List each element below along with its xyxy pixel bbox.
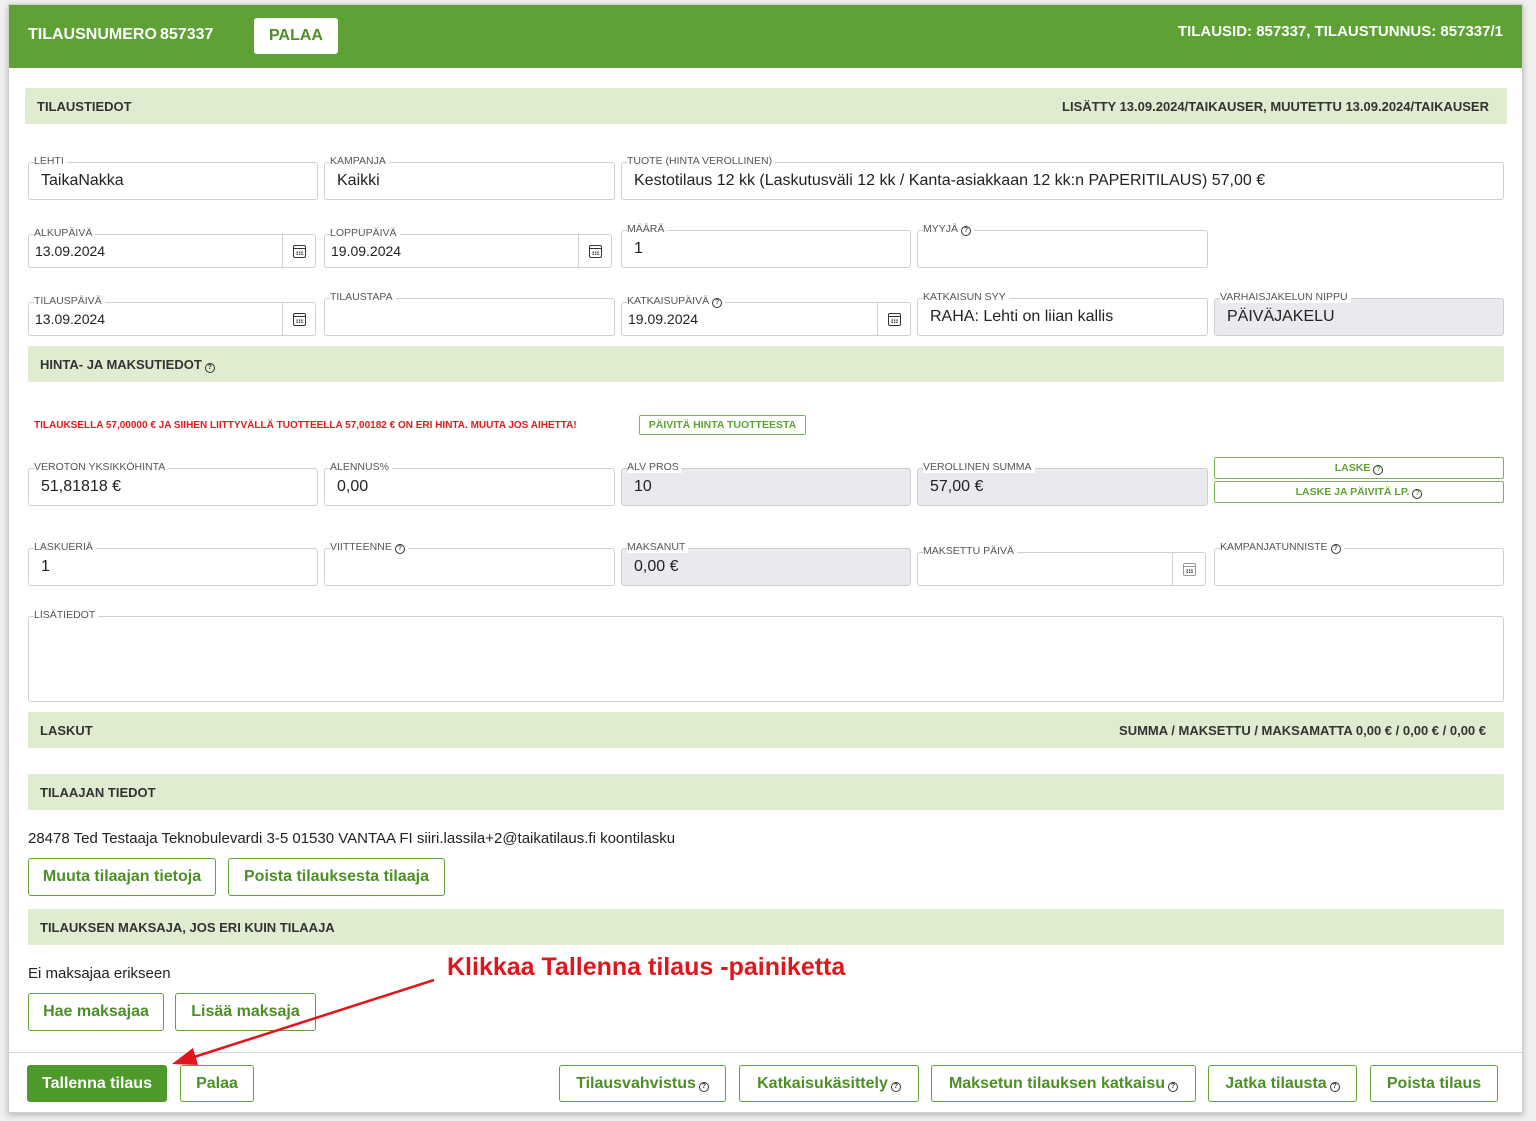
alkupaiva-calendar-button[interactable] bbox=[282, 234, 316, 268]
price-warning: TILAUKSELLA 57,00000 € JA SIIHEN LIITTYV… bbox=[34, 420, 577, 431]
payer-info: Ei maksajaa erikseen bbox=[28, 965, 171, 982]
section-price: HINTA- JA MAKSUTIEDOT? bbox=[28, 346, 1504, 382]
field-maksanut: MAKSANUT 0,00 € bbox=[621, 541, 911, 586]
tilauspaiva-calendar-button[interactable] bbox=[282, 302, 316, 336]
field-tilauspaiva: TILAUSPÄIVÄ 13.09.2024 bbox=[28, 295, 316, 336]
order-panel: TILAUSNUMERO 857337 PALAA TILAUSID: 8573… bbox=[8, 4, 1523, 1113]
alennus-input[interactable]: 0,00 bbox=[324, 468, 615, 506]
lehti-select[interactable]: TaikaNakka bbox=[28, 162, 318, 200]
update-price-button[interactable]: PÄIVITÄ HINTA TUOTTEESTA bbox=[639, 415, 806, 435]
help-icon[interactable]: ? bbox=[204, 363, 215, 373]
katkaisupaiva-calendar-button[interactable] bbox=[877, 302, 911, 336]
veroton-input[interactable]: 51,81818 € bbox=[28, 468, 318, 506]
field-tilaustapa: TILAUSTAPA bbox=[324, 291, 615, 336]
section-title: HINTA- JA MAKSUTIEDOT bbox=[40, 357, 202, 372]
field-katkaisupaiva: KATKAISUPÄIVÄ? 19.09.2024 bbox=[621, 295, 911, 336]
calendar-icon bbox=[888, 312, 901, 326]
laske-button[interactable]: LASKE? bbox=[1214, 457, 1504, 479]
maksanut-value: 0,00 € bbox=[621, 548, 911, 586]
calendar-icon bbox=[293, 312, 306, 326]
search-payer-button[interactable]: Hae maksajaa bbox=[28, 993, 164, 1031]
order-confirmation-button[interactable]: Tilausvahvistus? bbox=[559, 1065, 726, 1102]
field-kampanjatunniste: KAMPANJATUNNISTE? bbox=[1214, 541, 1504, 586]
top-back-button[interactable]: PALAA bbox=[254, 18, 338, 54]
field-alkupaiva: ALKUPÄIVÄ 13.09.2024 bbox=[28, 227, 316, 268]
customer-info: 28478 Ted Testaaja Teknobulevardi 3-5 01… bbox=[28, 830, 676, 847]
maksettu-paiva-calendar-button[interactable] bbox=[1172, 552, 1206, 586]
field-alennus: ALENNUS% 0,00 bbox=[324, 461, 615, 506]
maksettu-paiva-input[interactable] bbox=[917, 552, 1206, 586]
section-title: LASKUT bbox=[40, 723, 93, 738]
order-meta: LISÄTTY 13.09.2024/TAIKAUSER, MUUTETTU 1… bbox=[1062, 99, 1489, 114]
field-lisatiedot: LISÄTIEDOT bbox=[28, 609, 1504, 702]
top-bar: TILAUSNUMERO 857337 PALAA TILAUSID: 8573… bbox=[9, 5, 1522, 68]
help-icon: ? bbox=[890, 1082, 901, 1092]
section-title: TILAUKSEN MAKSAJA, JOS ERI KUIN TILAAJA bbox=[40, 920, 335, 935]
back-button[interactable]: Palaa bbox=[180, 1065, 254, 1102]
field-nippu: VARHAISJAKELUN NIPPU PÄIVÄJAKELU bbox=[1214, 291, 1504, 336]
footer-divider bbox=[9, 1052, 1522, 1053]
lisatiedot-textarea[interactable] bbox=[28, 616, 1504, 702]
loppupaiva-input[interactable]: 19.09.2024 bbox=[324, 234, 612, 268]
help-icon[interactable]: ? bbox=[394, 544, 405, 554]
verollinen-value: 57,00 € bbox=[917, 468, 1208, 506]
field-tuote: TUOTE (HINTA VEROLLINEN) Kestotilaus 12 … bbox=[621, 155, 1504, 200]
field-verollinen: VEROLLINEN SUMMA 57,00 € bbox=[917, 461, 1208, 506]
field-maksettu-paiva: MAKSETTU PÄIVÄ bbox=[917, 545, 1206, 586]
maara-input[interactable]: 1 bbox=[621, 230, 911, 268]
field-laskueria: LASKUERIÄ 1 bbox=[28, 541, 318, 586]
continue-order-button[interactable]: Jatka tilausta? bbox=[1208, 1065, 1357, 1102]
field-loppupaiva: LOPPUPÄIVÄ 19.09.2024 bbox=[324, 227, 612, 268]
section-title: TILAUSTIEDOT bbox=[37, 99, 132, 114]
cancel-handling-button[interactable]: Katkaisukäsittely? bbox=[739, 1065, 919, 1102]
help-icon: ? bbox=[1168, 1082, 1179, 1092]
help-icon[interactable]: ? bbox=[961, 226, 972, 236]
help-icon: ? bbox=[1412, 489, 1423, 499]
calendar-icon bbox=[293, 244, 306, 258]
instruction-annotation: Klikkaa Tallenna tilaus -painiketta bbox=[447, 953, 846, 981]
nippu-value: PÄIVÄJAKELU bbox=[1214, 298, 1504, 336]
tilauspaiva-input[interactable]: 13.09.2024 bbox=[28, 302, 316, 336]
invoice-summary: SUMMA / MAKSETTU / MAKSAMATTA 0,00 € / 0… bbox=[1119, 723, 1486, 738]
delete-order-button[interactable]: Poista tilaus bbox=[1370, 1065, 1498, 1102]
help-icon[interactable]: ? bbox=[1330, 544, 1341, 554]
field-alv: ALV PROS 10 bbox=[621, 461, 911, 506]
loppupaiva-calendar-button[interactable] bbox=[578, 234, 612, 268]
alv-value: 10 bbox=[621, 468, 911, 506]
add-payer-button[interactable]: Lisää maksaja bbox=[175, 993, 316, 1031]
order-ids: TILAUSID: 857337, TILAUSTUNNUS: 857337/1 bbox=[1177, 23, 1503, 40]
field-myyja: MYYJÄ? bbox=[917, 223, 1208, 268]
tuote-select[interactable]: Kestotilaus 12 kk (Laskutusväli 12 kk / … bbox=[621, 162, 1504, 200]
edit-customer-button[interactable]: Muuta tilaajan tietoja bbox=[28, 858, 216, 896]
section-order-info: TILAUSTIEDOT LISÄTTY 13.09.2024/TAIKAUSE… bbox=[25, 88, 1507, 124]
field-kampanja: KAMPANJA Kaikki bbox=[324, 155, 615, 200]
field-katkaisun-syy: KATKAISUN SYY RAHA: Lehti on liian kalli… bbox=[917, 291, 1208, 336]
field-veroton: VEROTON YKSIKKÖHINTA 51,81818 € bbox=[28, 461, 318, 506]
field-viitteenne: VIITTEENNE? bbox=[324, 541, 615, 586]
tilaustapa-select[interactable] bbox=[324, 298, 615, 336]
order-number: 857337 bbox=[160, 26, 214, 43]
paid-order-cancel-button[interactable]: Maksetun tilauksen katkaisu? bbox=[931, 1065, 1196, 1102]
help-icon: ? bbox=[1373, 465, 1384, 475]
section-customer: TILAAJAN TIEDOT bbox=[28, 774, 1504, 810]
field-maara: MÄÄRÄ 1 bbox=[621, 223, 911, 268]
kampanja-select[interactable]: Kaikki bbox=[324, 162, 615, 200]
section-invoices: LASKUT SUMMA / MAKSETTU / MAKSAMATTA 0,0… bbox=[28, 712, 1504, 748]
field-lehti: LEHTI TaikaNakka bbox=[28, 155, 318, 200]
order-number-label: TILAUSNUMERO bbox=[28, 26, 157, 43]
save-order-button[interactable]: Tallenna tilaus bbox=[27, 1065, 167, 1102]
calendar-icon bbox=[1183, 562, 1196, 576]
laske-update-button[interactable]: LASKE JA PÄIVITÄ LP.? bbox=[1214, 481, 1504, 503]
help-icon: ? bbox=[1329, 1082, 1340, 1092]
section-payer: TILAUKSEN MAKSAJA, JOS ERI KUIN TILAAJA bbox=[28, 909, 1504, 945]
alkupaiva-input[interactable]: 13.09.2024 bbox=[28, 234, 316, 268]
help-icon: ? bbox=[698, 1082, 709, 1092]
laskueria-input[interactable]: 1 bbox=[28, 548, 318, 586]
section-title: TILAAJAN TIEDOT bbox=[40, 785, 156, 800]
katkaisun-syy-select[interactable]: RAHA: Lehti on liian kallis bbox=[917, 298, 1208, 336]
calendar-icon bbox=[589, 244, 602, 258]
help-icon[interactable]: ? bbox=[712, 298, 723, 308]
remove-customer-button[interactable]: Poista tilauksesta tilaaja bbox=[228, 858, 445, 896]
